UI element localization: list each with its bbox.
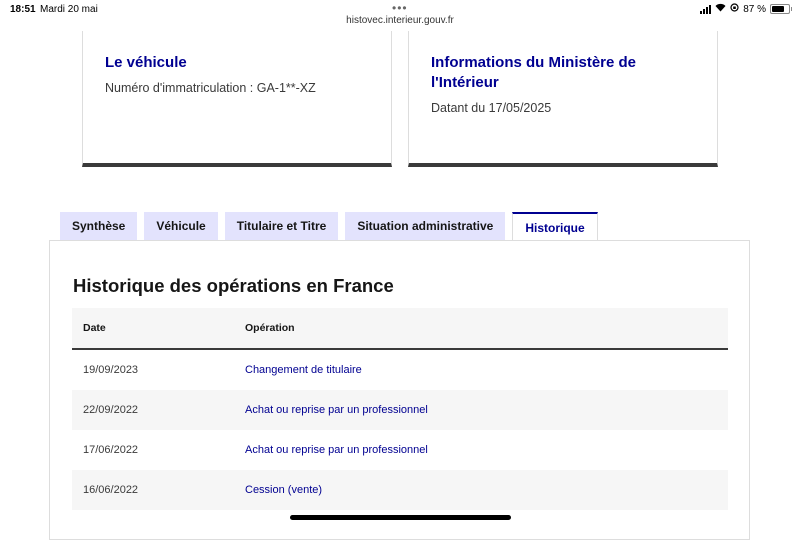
- registration-number: Numéro d'immatriculation : GA-1**-XZ: [105, 81, 316, 95]
- more-dots-icon[interactable]: •••: [392, 1, 408, 15]
- row-date: 19/09/2023: [83, 364, 139, 376]
- battery-percent: 87 %: [743, 3, 766, 15]
- row-operation-link[interactable]: Changement de titulaire: [245, 364, 362, 376]
- row-date: 17/06/2022: [83, 444, 139, 456]
- row-operation-link[interactable]: Cession (vente): [245, 484, 322, 496]
- table-row: 16/06/2022 Cession (vente): [72, 470, 728, 510]
- status-indicators: 87 %: [700, 3, 792, 15]
- signal-icon: [700, 4, 712, 14]
- tab-historique[interactable]: Historique: [512, 212, 598, 241]
- ministry-info-date: Datant du 17/05/2025: [431, 101, 552, 115]
- tab-vehicule[interactable]: Véhicule: [144, 212, 218, 240]
- tab-synthese[interactable]: Synthèse: [60, 212, 138, 240]
- status-date: Mardi 20 mai: [40, 4, 98, 15]
- column-header-operation: Opération: [245, 322, 295, 334]
- history-title: Historique des opérations en France: [73, 275, 394, 296]
- row-operation-link[interactable]: Achat ou reprise par un professionnel: [245, 444, 428, 456]
- rotation-lock-icon: [730, 3, 739, 15]
- wifi-icon: [715, 3, 726, 15]
- vehicle-card-title: Le véhicule: [105, 54, 187, 71]
- table-row: 22/09/2022 Achat ou reprise par un profe…: [72, 390, 728, 430]
- status-time: 18:51: [10, 4, 36, 15]
- home-indicator[interactable]: [290, 515, 511, 520]
- vehicle-card: Le véhicule Numéro d'immatriculation : G…: [82, 31, 392, 167]
- row-date: 22/09/2022: [83, 404, 139, 416]
- ministry-info-card: Informations du Ministère de l'Intérieur…: [408, 31, 718, 167]
- tab-situation-administrative[interactable]: Situation administrative: [345, 212, 506, 240]
- tab-list: Synthèse Véhicule Titulaire et Titre Sit…: [60, 212, 598, 241]
- table-body: 19/09/2023 Changement de titulaire 22/09…: [72, 350, 728, 510]
- row-operation-link[interactable]: Achat ou reprise par un professionnel: [245, 404, 428, 416]
- column-header-date: Date: [83, 322, 106, 334]
- ministry-card-title: Informations du Ministère de l'Intérieur: [431, 54, 637, 91]
- tab-titulaire-et-titre[interactable]: Titulaire et Titre: [224, 212, 339, 240]
- history-table: Date Opération 19/09/2023 Changement de …: [72, 308, 728, 510]
- battery-icon: [770, 4, 792, 14]
- status-bar: 18:51 Mardi 20 mai ••• histovec.interieu…: [0, 0, 800, 30]
- table-row: 17/06/2022 Achat ou reprise par un profe…: [72, 430, 728, 470]
- table-row: 19/09/2023 Changement de titulaire: [72, 350, 728, 390]
- table-header: Date Opération: [72, 308, 728, 350]
- address-bar-url[interactable]: histovec.interieur.gouv.fr: [0, 15, 800, 26]
- row-date: 16/06/2022: [83, 484, 139, 496]
